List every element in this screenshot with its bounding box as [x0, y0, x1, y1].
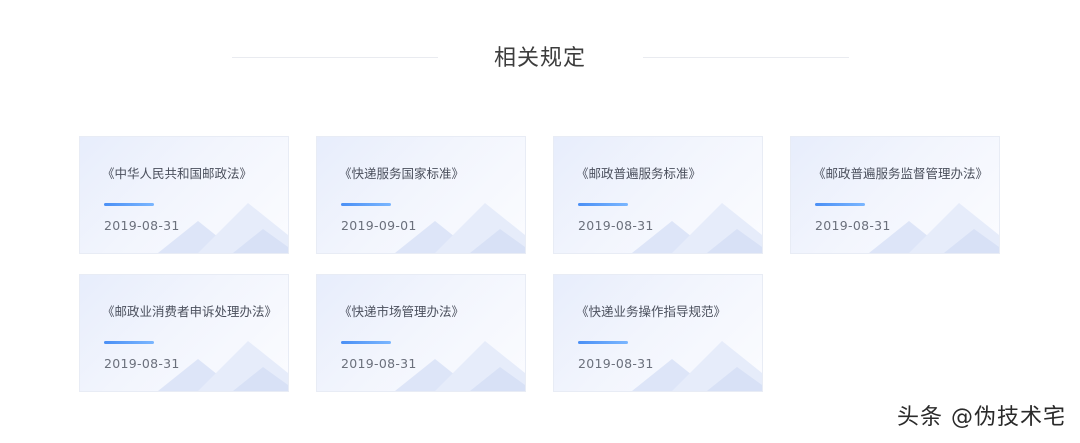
card-date: 2019-08-31	[578, 356, 654, 371]
page: 相关规定 《中华人民共和国邮政法》 2019-08-31 《快递服务国家标准》 …	[0, 0, 1080, 443]
card-title: 《中华人民共和国邮政法》	[102, 166, 253, 181]
card-date: 2019-08-31	[578, 218, 654, 233]
regulation-card[interactable]: 《快递服务国家标准》 2019-09-01	[316, 136, 526, 254]
regulation-card-grid: 《中华人民共和国邮政法》 2019-08-31 《快递服务国家标准》 2019-…	[79, 136, 1000, 392]
card-title: 《快递业务操作指导规范》	[576, 304, 727, 319]
card-accent-bar	[578, 203, 628, 206]
card-date: 2019-08-31	[341, 356, 417, 371]
card-title: 《快递服务国家标准》	[339, 166, 465, 181]
card-accent-bar	[104, 203, 154, 206]
card-date: 2019-08-31	[104, 356, 180, 371]
header-divider-right	[643, 57, 849, 58]
card-accent-bar	[104, 341, 154, 344]
regulation-card[interactable]: 《邮政业消费者申诉处理办法》 2019-08-31	[79, 274, 289, 392]
card-accent-bar	[341, 341, 391, 344]
card-accent-bar	[815, 203, 865, 206]
card-title: 《邮政业消费者申诉处理办法》	[102, 304, 278, 319]
regulation-card[interactable]: 《邮政普遍服务标准》 2019-08-31	[553, 136, 763, 254]
card-title: 《邮政普遍服务标准》	[576, 166, 702, 181]
card-accent-bar	[578, 341, 628, 344]
regulation-card[interactable]: 《邮政普遍服务监督管理办法》 2019-08-31	[790, 136, 1000, 254]
regulation-card[interactable]: 《快递业务操作指导规范》 2019-08-31	[553, 274, 763, 392]
regulation-card[interactable]: 《中华人民共和国邮政法》 2019-08-31	[79, 136, 289, 254]
section-title: 相关规定	[493, 46, 586, 71]
card-title: 《邮政普遍服务监督管理办法》	[813, 166, 989, 181]
card-accent-bar	[341, 203, 391, 206]
card-date: 2019-08-31	[104, 218, 180, 233]
watermark-text: 头条 @伪技术宅	[897, 405, 1066, 430]
regulation-card[interactable]: 《快递市场管理办法》 2019-08-31	[316, 274, 526, 392]
card-title: 《快递市场管理办法》	[339, 304, 465, 319]
card-date: 2019-09-01	[341, 218, 417, 233]
card-date: 2019-08-31	[815, 218, 891, 233]
section-header: 相关规定	[0, 28, 1080, 84]
